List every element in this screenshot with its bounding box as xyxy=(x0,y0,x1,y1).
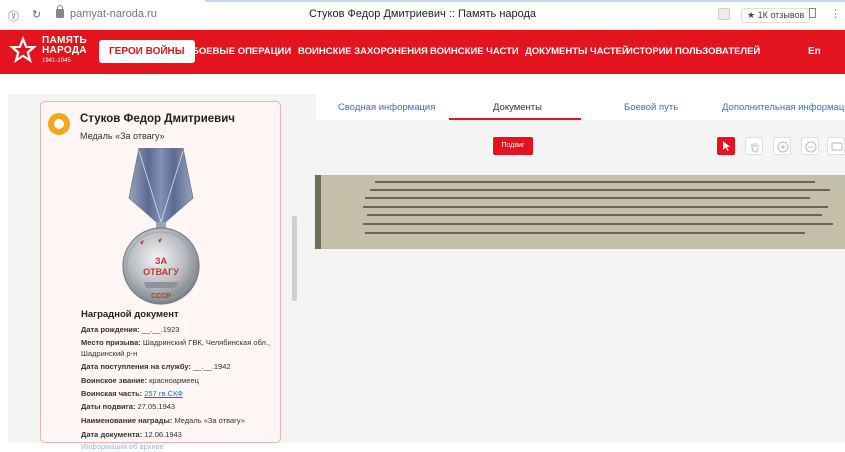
document-scan-image[interactable] xyxy=(315,175,845,249)
logo-years: 1941-1945 xyxy=(42,58,71,64)
nav-user-stories[interactable]: ИСТОРИИ ПОЛЬЗОВАТЕЛЕЙ xyxy=(626,46,760,57)
medal-text-otvagu: ОТВАГУ xyxy=(143,267,179,277)
page-load-bar xyxy=(205,0,845,2)
nav-burials[interactable]: ВОИНСКИЕ ЗАХОРОНЕНИЯ xyxy=(298,46,428,57)
tab-additional-info[interactable]: Дополнительная информация xyxy=(722,102,845,113)
person-card: Стуков Федор Дмитриевич Медаль «За отваг… xyxy=(40,101,281,451)
nav-heroes-tab[interactable]: ГЕРОИ ВОЙНЫ xyxy=(99,40,195,63)
field-birth-date: Дата рождения: __.__.1923 xyxy=(81,325,180,334)
field-document-date: Дата документа: 12.06.1943 xyxy=(81,430,182,439)
person-name: Стуков Федор Дмитриевич xyxy=(80,113,235,125)
cursor-tool-button[interactable] xyxy=(717,137,735,155)
tab-summary[interactable]: Сводная информация xyxy=(338,102,435,113)
cursor-icon xyxy=(723,141,730,151)
medal-text-za: ЗА xyxy=(155,256,168,266)
medal-text-ussr: СССР xyxy=(151,293,171,300)
logo-line-2: НАРОДА xyxy=(42,45,87,56)
language-switch[interactable]: En xyxy=(808,46,821,57)
tab-bar: Сводная информация Документы Боевой путь… xyxy=(316,94,845,120)
document-panel xyxy=(300,94,845,443)
field-draft-place: Место призыва: Шадринский ГВК, Челябинск… xyxy=(81,338,271,358)
zoom-in-button[interactable] xyxy=(773,137,791,155)
medal-title: Медаль «За отвагу» xyxy=(80,131,165,141)
comment-button[interactable] xyxy=(827,137,845,155)
field-service-date: Дата поступления на службу: __.__.1942 xyxy=(81,362,231,371)
browser-toolbar: ⓨ ↻ pamyat-naroda.ru Стуков Федор Дмитри… xyxy=(0,0,845,30)
field-rank: Воинское звание: красноармеец xyxy=(81,376,199,385)
field-award-name: Наименование награды: Медаль «За отвагу» xyxy=(81,416,245,425)
left-scrollbar[interactable] xyxy=(292,216,297,301)
tab-combat-path[interactable]: Боевой путь xyxy=(624,102,678,113)
unit-link[interactable]: 257 гв СКФ xyxy=(144,389,183,398)
star-icon xyxy=(9,36,37,63)
tab-documents[interactable]: Документы xyxy=(493,102,542,113)
zoom-in-icon xyxy=(777,141,789,153)
hand-icon xyxy=(751,143,759,153)
nav-units[interactable]: ВОИНСКИЕ ЧАСТИ xyxy=(430,46,519,57)
more-icon[interactable]: ⋮ xyxy=(830,7,841,20)
bookmark-icon[interactable] xyxy=(809,8,816,18)
active-tab-indicator xyxy=(449,118,581,120)
site-nav: ПАМЯТЬ НАРОДА 1941-1945 ГЕРОИ ВОЙНЫ БОЕВ… xyxy=(0,30,845,74)
nav-operations[interactable]: БОЕВЫЕ ОПЕРАЦИИ xyxy=(192,46,291,57)
zoom-out-icon xyxy=(805,141,817,153)
site-logo[interactable]: ПАМЯТЬ НАРОДА 1941-1945 xyxy=(8,33,88,71)
hand-tool-button[interactable] xyxy=(745,137,763,155)
extension-icon[interactable] xyxy=(718,8,730,20)
reviews-button[interactable]: ★ 1К отзывов xyxy=(741,8,811,23)
podvig-button[interactable]: Подвиг xyxy=(493,137,533,155)
award-document-title: Наградной документ xyxy=(81,309,179,320)
field-feat-dates: Даты подвига: 27.05.1943 xyxy=(81,402,176,411)
medal-badge-icon xyxy=(48,113,70,135)
nav-unit-documents[interactable]: ДОКУМЕНТЫ ЧАСТЕЙ xyxy=(525,46,629,57)
comment-icon xyxy=(831,142,843,151)
medal-image: ЗА ОТВАГУ СССР xyxy=(122,148,200,305)
field-unit: Воинская часть: 257 гв СКФ xyxy=(81,389,183,398)
zoom-out-button[interactable] xyxy=(801,137,819,155)
